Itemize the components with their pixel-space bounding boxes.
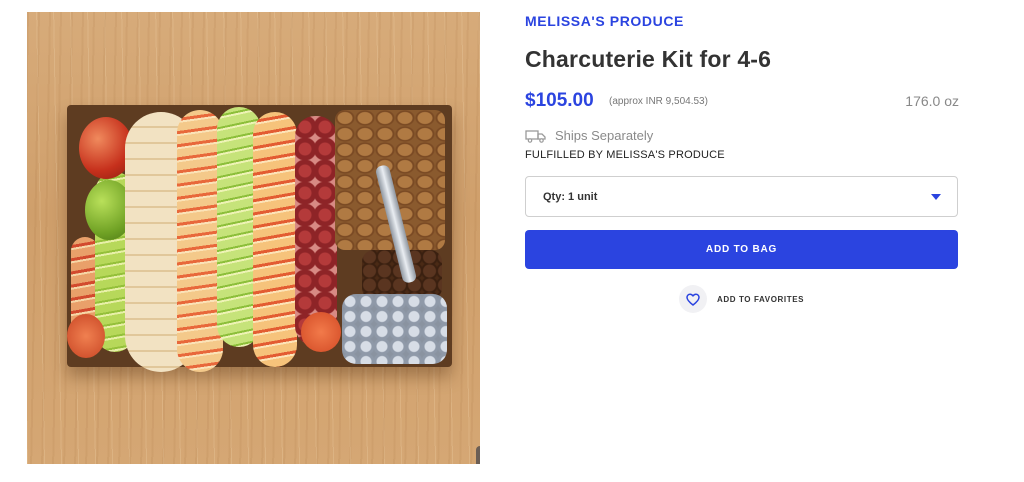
quantity-value: Qty: 1 unit <box>543 190 598 203</box>
add-to-bag-button[interactable]: ADD TO BAG <box>525 230 958 269</box>
dried-apricots-2 <box>67 314 105 358</box>
truck-icon <box>525 129 546 143</box>
product-image[interactable] <box>27 12 480 464</box>
shipping-note: Ships Separately <box>525 128 653 143</box>
product-weight: 176.0 oz <box>905 93 959 109</box>
add-to-favorites-button[interactable]: ADD TO FAVORITES <box>679 285 804 313</box>
favorite-icon-wrapper[interactable] <box>679 285 707 313</box>
apple-slices-2 <box>253 112 297 367</box>
caret-down-icon <box>931 193 941 200</box>
brand-link[interactable]: MELISSA'S PRODUCE <box>525 13 684 29</box>
silver-almonds <box>342 294 447 364</box>
approx-price: (approx INR 9,504.53) <box>609 96 708 107</box>
heart-outline-icon <box>686 292 700 306</box>
product-title: Charcuterie Kit for 4-6 <box>525 46 772 72</box>
product-price: $105.00 <box>525 90 594 111</box>
shipping-note-label: Ships Separately <box>555 128 654 143</box>
zoom-button[interactable] <box>476 446 480 464</box>
add-to-favorites-label: ADD TO FAVORITES <box>717 294 805 304</box>
fulfilled-by: FULFILLED BY MELISSA'S PRODUCE <box>525 149 725 161</box>
dried-apricots <box>301 312 341 352</box>
quantity-select[interactable]: Qty: 1 unit <box>525 176 958 217</box>
